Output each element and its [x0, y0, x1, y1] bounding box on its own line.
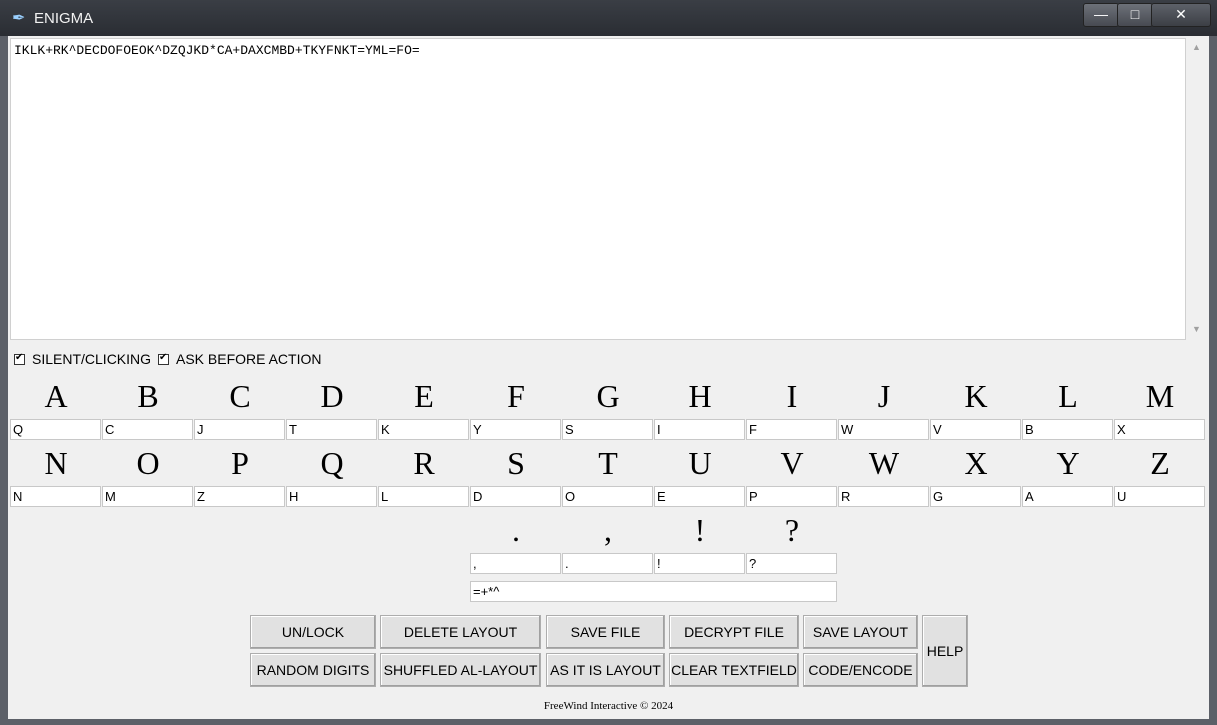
- mapping-input[interactable]: J: [194, 419, 285, 440]
- mapping-input[interactable]: G: [930, 486, 1021, 507]
- mapping-input[interactable]: M: [102, 486, 193, 507]
- letter-label: G: [596, 378, 620, 414]
- mapping-input[interactable]: F: [746, 419, 837, 440]
- ask-before-action-option[interactable]: ASK BEFORE ACTION: [158, 351, 321, 367]
- letter-label: U: [688, 445, 712, 481]
- mapping-input[interactable]: P: [746, 486, 837, 507]
- window-title: ENIGMA: [34, 10, 94, 27]
- app-window: ✒ ENIGMA — □ ✕ IKLK+RK^DECDOFOEOK^DZQJKD…: [0, 0, 1217, 725]
- letter-label: L: [1058, 378, 1078, 414]
- mapping-input[interactable]: U: [1114, 486, 1205, 507]
- code-encode-button[interactable]: CODE/ENCODE: [803, 653, 918, 687]
- as-it-is-layout-button[interactable]: AS IT IS LAYOUT: [546, 653, 665, 687]
- mapping-input[interactable]: K: [378, 419, 469, 440]
- mapping-input[interactable]: N: [10, 486, 101, 507]
- help-button[interactable]: HELP: [922, 615, 968, 687]
- feather-icon: ✒: [12, 10, 26, 27]
- letter-label: V: [780, 445, 804, 481]
- mapping-input[interactable]: Y: [470, 419, 561, 440]
- main-textarea[interactable]: IKLK+RK^DECDOFOEOK^DZQJKD*CA+DAXCMBD+TKY…: [10, 38, 1186, 340]
- clear-textfield-button[interactable]: CLEAR TEXTFIELD: [669, 653, 799, 687]
- silent-clicking-checkbox[interactable]: [14, 352, 25, 365]
- mapping-input[interactable]: D: [470, 486, 561, 507]
- client-area: IKLK+RK^DECDOFOEOK^DZQJKD*CA+DAXCMBD+TKY…: [8, 36, 1209, 719]
- ask-before-action-checkbox[interactable]: [158, 352, 169, 365]
- scroll-down-icon[interactable]: ▼: [1192, 324, 1201, 334]
- vertical-scrollbar[interactable]: ▲ ▼: [1188, 38, 1206, 340]
- letter-label: Y: [1056, 445, 1080, 481]
- mapping-input[interactable]: L: [378, 486, 469, 507]
- mapping-input[interactable]: H: [286, 486, 377, 507]
- mapping-input[interactable]: B: [1022, 419, 1113, 440]
- mapping-input[interactable]: W: [838, 419, 929, 440]
- letter-label: A: [44, 378, 68, 414]
- punctuation-label: ,: [604, 512, 612, 548]
- letter-label: R: [413, 445, 435, 481]
- mapping-input[interactable]: X: [1114, 419, 1205, 440]
- letter-label: C: [229, 378, 251, 414]
- letter-label: T: [598, 445, 618, 481]
- random-digits-button[interactable]: RANDOM DIGITS: [250, 653, 376, 687]
- letter-label: Q: [320, 445, 344, 481]
- ask-before-action-label: ASK BEFORE ACTION: [176, 351, 322, 367]
- punctuation-input[interactable]: ,: [470, 553, 561, 574]
- mapping-input[interactable]: C: [102, 419, 193, 440]
- mapping-input[interactable]: Z: [194, 486, 285, 507]
- letter-label: P: [231, 445, 249, 481]
- mapping-input[interactable]: S: [562, 419, 653, 440]
- mapping-input[interactable]: Q: [10, 419, 101, 440]
- mapping-input[interactable]: R: [838, 486, 929, 507]
- punctuation-label: !: [694, 512, 706, 548]
- letter-label: H: [688, 378, 712, 414]
- letter-label: O: [136, 445, 160, 481]
- letter-label: I: [786, 378, 798, 414]
- letter-label: M: [1145, 378, 1175, 414]
- close-button[interactable]: ✕: [1151, 3, 1211, 27]
- title-bar: ✒ ENIGMA — □ ✕: [0, 0, 1217, 36]
- mapping-input[interactable]: V: [930, 419, 1021, 440]
- silent-clicking-label: SILENT/CLICKING: [32, 351, 152, 367]
- letter-label: W: [868, 445, 900, 481]
- letter-label: B: [137, 378, 159, 414]
- extra-symbols-input[interactable]: =+*^: [470, 581, 837, 602]
- minimize-button[interactable]: —: [1083, 3, 1119, 27]
- letter-label: J: [877, 378, 891, 414]
- letter-label: F: [507, 378, 525, 414]
- unlock-button[interactable]: UN/LOCK: [250, 615, 376, 649]
- mapping-input[interactable]: O: [562, 486, 653, 507]
- silent-clicking-option[interactable]: SILENT/CLICKING: [14, 351, 151, 367]
- punctuation-label: ?: [784, 512, 800, 548]
- punctuation-input[interactable]: .: [562, 553, 653, 574]
- letter-label: E: [414, 378, 434, 414]
- letter-label: S: [507, 445, 525, 481]
- letter-label: K: [964, 378, 988, 414]
- letter-label: Z: [1150, 445, 1170, 481]
- save-file-button[interactable]: SAVE FILE: [546, 615, 665, 649]
- maximize-button[interactable]: □: [1117, 3, 1153, 27]
- mapping-input[interactable]: A: [1022, 486, 1113, 507]
- delete-layout-button[interactable]: DELETE LAYOUT: [380, 615, 541, 649]
- punctuation-label: .: [512, 512, 520, 548]
- scroll-up-icon[interactable]: ▲: [1192, 42, 1201, 52]
- letter-label: X: [964, 445, 988, 481]
- footer-copyright: FreeWind Interactive © 2024: [543, 700, 674, 712]
- mapping-input[interactable]: I: [654, 419, 745, 440]
- punctuation-input[interactable]: !: [654, 553, 745, 574]
- letter-label: N: [44, 445, 68, 481]
- punctuation-input[interactable]: ?: [746, 553, 837, 574]
- shuffled-layout-button[interactable]: SHUFFLED AL-LAYOUT: [380, 653, 541, 687]
- mapping-input[interactable]: T: [286, 419, 377, 440]
- mapping-input[interactable]: E: [654, 486, 745, 507]
- letter-label: D: [320, 378, 344, 414]
- save-layout-button[interactable]: SAVE LAYOUT: [803, 615, 918, 649]
- decrypt-file-button[interactable]: DECRYPT FILE: [669, 615, 799, 649]
